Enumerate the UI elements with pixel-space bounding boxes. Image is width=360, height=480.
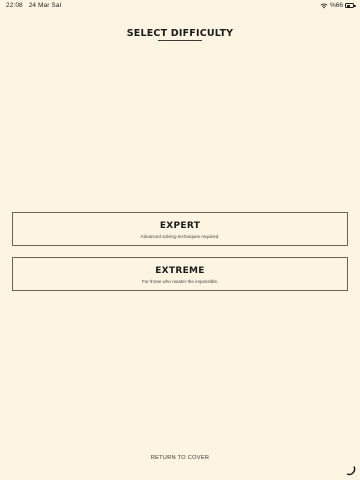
page-title: SELECT DIFFICULTY <box>126 28 234 39</box>
difficulty-title: EXPERT <box>159 221 201 231</box>
difficulty-description: Advanced solving techniques required. <box>140 234 220 239</box>
battery-percentage: %66 <box>329 2 343 9</box>
status-time-date: 22:08 24 Mar Sal <box>6 2 65 9</box>
battery-level <box>346 4 351 7</box>
wifi-icon <box>320 2 328 8</box>
battery-icon <box>345 3 356 8</box>
difficulty-description: For those who master the impossible. <box>141 279 219 284</box>
status-bar: 22:08 24 Mar Sal %66 <box>0 0 360 12</box>
difficulty-expert-button[interactable]: EXPERT Advanced solving techniques requi… <box>12 212 348 246</box>
title-underline <box>158 40 202 41</box>
return-to-cover-link[interactable]: RETURN TO COVER <box>0 455 360 461</box>
status-indicators: %66 <box>320 2 356 9</box>
difficulty-extreme-button[interactable]: EXTREME For those who master the impossi… <box>12 257 348 291</box>
status-date: 24 Mar Sal <box>28 2 62 9</box>
loading-spinner-icon <box>346 466 356 476</box>
difficulty-title: EXTREME <box>155 266 205 276</box>
status-time: 22:08 <box>6 2 23 9</box>
